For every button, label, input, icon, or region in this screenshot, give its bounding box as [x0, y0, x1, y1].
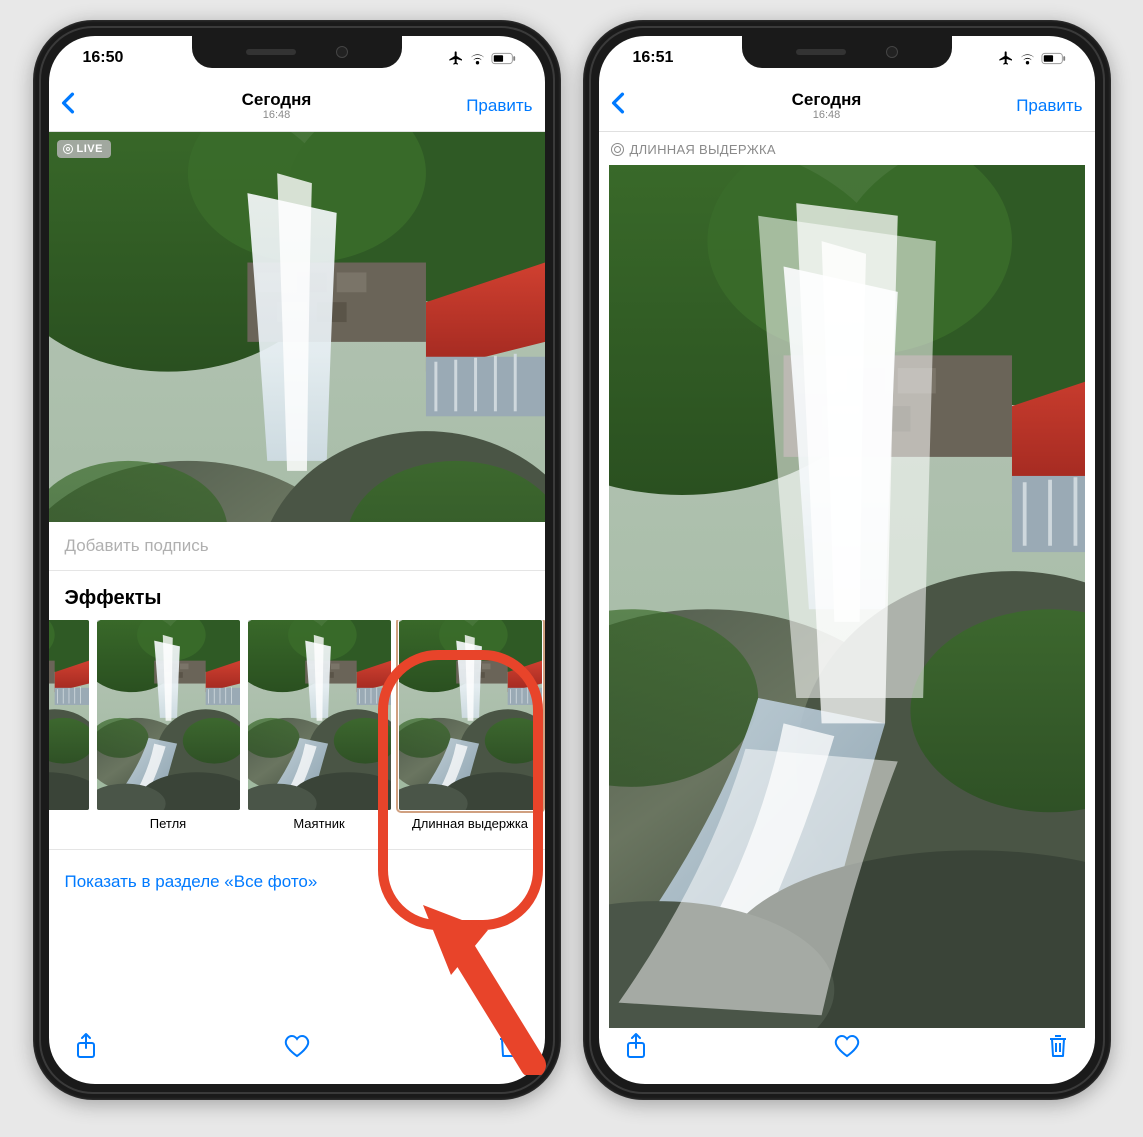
share-icon — [75, 1032, 97, 1060]
result-photo[interactable] — [599, 165, 1095, 1028]
live-badge: LIVE — [57, 140, 111, 158]
effect-label: Длинная выдержка — [412, 816, 528, 831]
effect-label: Петля — [150, 816, 186, 831]
battery-icon — [1041, 52, 1067, 65]
main-photo[interactable]: LIVE — [49, 132, 545, 522]
nav-subtitle: 16:48 — [651, 109, 1003, 121]
airplane-icon — [998, 50, 1014, 66]
effect-card-bounce[interactable]: Маятник — [248, 620, 391, 831]
phone-left: 16:50 Сегодня 16:48 Править — [33, 20, 561, 1100]
nav-subtitle: 16:48 — [101, 109, 453, 121]
share-icon — [625, 1032, 647, 1060]
status-time: 16:50 — [83, 49, 124, 67]
live-ring-icon — [611, 143, 624, 156]
show-in-all-photos-link[interactable]: Показать в разделе «Все фото» — [49, 849, 545, 902]
photo-type-badge: ДЛИННАЯ ВЫДЕРЖКА — [599, 132, 1095, 165]
chevron-left-icon — [61, 92, 75, 114]
effects-title: Эффекты — [49, 583, 545, 620]
edit-button[interactable]: Править — [453, 96, 533, 116]
effects-section: Эффекты Петля Маятник Длин — [49, 571, 545, 839]
trash-icon — [497, 1033, 519, 1059]
live-icon — [63, 144, 73, 154]
effect-card-live[interactable] — [49, 620, 89, 831]
nav-bar: Сегодня 16:48 Править — [599, 80, 1095, 132]
favorite-button[interactable] — [834, 1034, 860, 1063]
live-label: LIVE — [77, 143, 103, 155]
effect-card-long-exposure[interactable]: Длинная выдержка — [399, 620, 542, 831]
nav-bar: Сегодня 16:48 Править — [49, 80, 545, 132]
airplane-icon — [448, 50, 464, 66]
effects-row[interactable]: Петля Маятник Длинная выдержка — [49, 620, 545, 831]
share-button[interactable] — [75, 1032, 97, 1065]
effect-card-loop[interactable]: Петля — [97, 620, 240, 831]
photo-type-label: ДЛИННАЯ ВЫДЕРЖКА — [630, 142, 776, 157]
back-button[interactable] — [61, 90, 101, 121]
heart-icon — [284, 1034, 310, 1058]
trash-icon — [1047, 1033, 1069, 1059]
nav-title: Сегодня — [651, 90, 1003, 110]
share-button[interactable] — [625, 1032, 647, 1065]
wifi-icon — [1019, 52, 1036, 65]
back-button[interactable] — [611, 90, 651, 121]
notch — [192, 36, 402, 68]
delete-button[interactable] — [1047, 1033, 1069, 1064]
nav-title: Сегодня — [101, 90, 453, 110]
notch — [742, 36, 952, 68]
effect-label: Маятник — [293, 816, 344, 831]
heart-icon — [834, 1034, 860, 1058]
edit-button[interactable]: Править — [1003, 96, 1083, 116]
status-time: 16:51 — [633, 49, 674, 67]
caption-input[interactable]: Добавить подпись — [49, 522, 545, 571]
favorite-button[interactable] — [284, 1034, 310, 1063]
delete-button[interactable] — [497, 1033, 519, 1064]
wifi-icon — [469, 52, 486, 65]
battery-icon — [491, 52, 517, 65]
phone-right: 16:51 Сегодня 16:48 Править — [583, 20, 1111, 1100]
bottom-toolbar — [599, 1028, 1095, 1084]
chevron-left-icon — [611, 92, 625, 114]
bottom-toolbar — [49, 1028, 545, 1084]
